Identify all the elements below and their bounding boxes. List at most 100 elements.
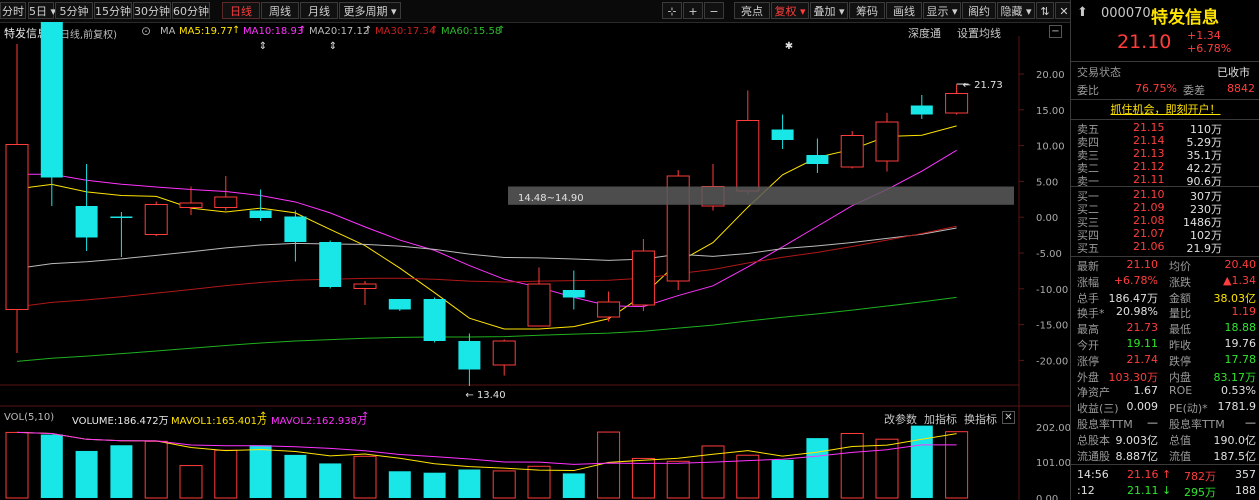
toolbar-button-3[interactable]: 亮点 bbox=[734, 2, 770, 19]
switch-indicator-button[interactable]: 换指标 bbox=[964, 411, 997, 427]
volume-bar bbox=[284, 454, 307, 498]
period-tab-0[interactable]: 分时 bbox=[0, 2, 26, 19]
bid-price: 21.10 bbox=[1133, 188, 1165, 201]
candle-body bbox=[388, 299, 411, 310]
stats-row: 净资产 1.67 ROE 0.53% bbox=[1071, 384, 1259, 400]
ma30-line bbox=[16, 225, 957, 308]
volume-bar bbox=[806, 438, 829, 498]
ask-price: 21.12 bbox=[1133, 160, 1165, 173]
period-tab-2[interactable]: 5分钟 bbox=[55, 2, 93, 19]
candle-body bbox=[597, 301, 621, 318]
period-tab-6[interactable]: 日线 bbox=[222, 2, 260, 19]
trade-status-label: 交易状态 bbox=[1077, 66, 1121, 79]
stat-label: 内盘 bbox=[1169, 370, 1191, 384]
last-price: 21.10 bbox=[1117, 31, 1172, 53]
candle-body bbox=[284, 216, 307, 242]
event-marker-icon: ⇕ bbox=[329, 41, 337, 52]
tick-arrow-icon: ↓ bbox=[1162, 484, 1172, 497]
stats-row: 涨停 21.74 跌停 17.78 bbox=[1071, 353, 1259, 369]
stat-label: 昨收 bbox=[1169, 339, 1191, 352]
stat-value: — bbox=[1147, 416, 1158, 429]
volume-bar bbox=[458, 469, 481, 498]
weibi-label: 委比 bbox=[1077, 84, 1099, 97]
scroll-up-icon[interactable]: ⬆ bbox=[1077, 5, 1088, 20]
toolbar-button-4[interactable]: 复权 ▾ bbox=[771, 2, 809, 19]
stats-row: 最高 21.73 最低 18.88 bbox=[1071, 321, 1259, 337]
price-change-pct: +6.78% bbox=[1187, 42, 1232, 55]
stat-label: PE(动)* bbox=[1169, 402, 1208, 416]
toolbar-button-11[interactable]: ⇅ bbox=[1036, 2, 1054, 19]
stat-value: 0.53% bbox=[1221, 384, 1256, 398]
toolbar-button-6[interactable]: 筹码 bbox=[849, 2, 885, 19]
stat-label: 收益(三) bbox=[1077, 402, 1119, 416]
candle-body bbox=[353, 283, 377, 289]
stat-label: 外盘 bbox=[1077, 370, 1099, 384]
volume-bar bbox=[875, 438, 899, 499]
y-tick-label: -10.00 bbox=[1036, 285, 1068, 296]
period-tab-5[interactable]: 60分钟 bbox=[172, 2, 210, 19]
period-tab-1[interactable]: 5日 ▾ bbox=[28, 2, 56, 19]
toolbar-button-10[interactable]: 隐藏 ▾ bbox=[997, 2, 1035, 19]
bid-price: 21.08 bbox=[1133, 214, 1165, 227]
period-tab-3[interactable]: 15分钟 bbox=[94, 2, 132, 19]
tick-price: 21.16 bbox=[1127, 468, 1159, 481]
stat-label: 最新 bbox=[1077, 260, 1099, 273]
volume-bar bbox=[423, 472, 446, 498]
stats-row: 收益(三) 0.009 PE(动)* 1781.9 bbox=[1071, 400, 1259, 416]
candle-body bbox=[492, 340, 516, 366]
period-toolbar: 分时 5日 ▾ 5分钟 15分钟 30分钟 60分钟 日线 周线 月线 更多周期 ▾ ⊹ + − 亮点 复权… bbox=[0, 0, 1073, 23]
period-tab-9[interactable]: 更多周期 ▾ bbox=[339, 2, 401, 19]
stat-label: 流通股 bbox=[1077, 449, 1110, 463]
volume-tick-label: 101.00 bbox=[1036, 458, 1070, 469]
stat-value: 1.19 bbox=[1231, 305, 1257, 319]
toolbar-button-5[interactable]: 叠加 ▾ bbox=[810, 2, 848, 19]
stock-code: 000070 bbox=[1101, 6, 1151, 21]
volume-bar bbox=[75, 450, 98, 498]
candle-body bbox=[458, 341, 481, 370]
toolbar-button-7[interactable]: 画线 bbox=[886, 2, 922, 19]
period-tab-7[interactable]: 周线 bbox=[261, 2, 299, 19]
candle-body bbox=[945, 93, 969, 114]
toolbar-button-2[interactable]: − bbox=[704, 2, 724, 19]
mavol1-arrow-icon: ↑ bbox=[259, 411, 268, 422]
stat-value: 0.009 bbox=[1126, 400, 1159, 414]
edit-params-button[interactable]: 改参数 bbox=[884, 411, 917, 427]
stats-row: 外盘 103.30万 内盘 83.17万 bbox=[1071, 369, 1259, 385]
tick-volume: 295万 bbox=[1184, 486, 1216, 499]
candle-body bbox=[736, 120, 760, 192]
weibi-row: 委比 76.75% 委差 8842 bbox=[1071, 82, 1259, 98]
tick-count: 188 bbox=[1235, 484, 1256, 497]
bid-volume: 21.9万 bbox=[1186, 242, 1223, 255]
event-marker-icon: ✱ bbox=[785, 41, 793, 52]
y-tick-label: -15.00 bbox=[1036, 321, 1068, 332]
open-account-promo-link[interactable]: 抓住机会，即刻开户！ bbox=[1071, 101, 1259, 118]
toolbar-button-0[interactable]: ⊹ bbox=[662, 2, 682, 19]
stat-label: 总手 bbox=[1077, 291, 1099, 305]
add-indicator-button[interactable]: 加指标 bbox=[924, 411, 957, 427]
toolbar-button-1[interactable]: + bbox=[683, 2, 703, 19]
stat-value: 190.0亿 bbox=[1213, 433, 1257, 447]
stat-label: 股息率TTM bbox=[1169, 418, 1225, 431]
stat-label: 量比 bbox=[1169, 307, 1191, 321]
kline-chart-area[interactable]: 特发信息 (日线,前复权) ⊙ MA MA5:19.77 ↑ MA10:18.9… bbox=[0, 22, 1070, 500]
y-tick-label: -20.00 bbox=[1036, 356, 1068, 367]
volume-bar bbox=[631, 457, 655, 499]
tick-volume: 782万 bbox=[1184, 470, 1216, 483]
period-tab-4[interactable]: 30分钟 bbox=[133, 2, 171, 19]
toolbar-button-9[interactable]: 阁约 bbox=[962, 2, 996, 19]
volume-bar bbox=[910, 425, 933, 498]
volume-bar bbox=[179, 465, 203, 499]
stat-value: ▲1.34 bbox=[1223, 273, 1256, 287]
stat-value: 21.73 bbox=[1126, 321, 1159, 335]
tick-time: 14:56 bbox=[1077, 468, 1109, 481]
stat-value: 103.30万 bbox=[1108, 370, 1159, 384]
candle-body bbox=[423, 299, 446, 341]
close-indicator-icon[interactable]: ✕ bbox=[1002, 411, 1015, 424]
tick-arrow-icon: ↑ bbox=[1162, 468, 1172, 481]
stat-value: 20.40 bbox=[1224, 258, 1257, 271]
toolbar-button-8[interactable]: 显示 ▾ bbox=[923, 2, 961, 19]
period-tab-8[interactable]: 月线 bbox=[300, 2, 338, 19]
candle-body bbox=[527, 283, 551, 327]
stats-row: 涨幅 +6.78% 涨跌 ▲1.34 bbox=[1071, 274, 1259, 290]
stats-row: 总手 186.47万 金额 38.03亿 bbox=[1071, 290, 1259, 306]
